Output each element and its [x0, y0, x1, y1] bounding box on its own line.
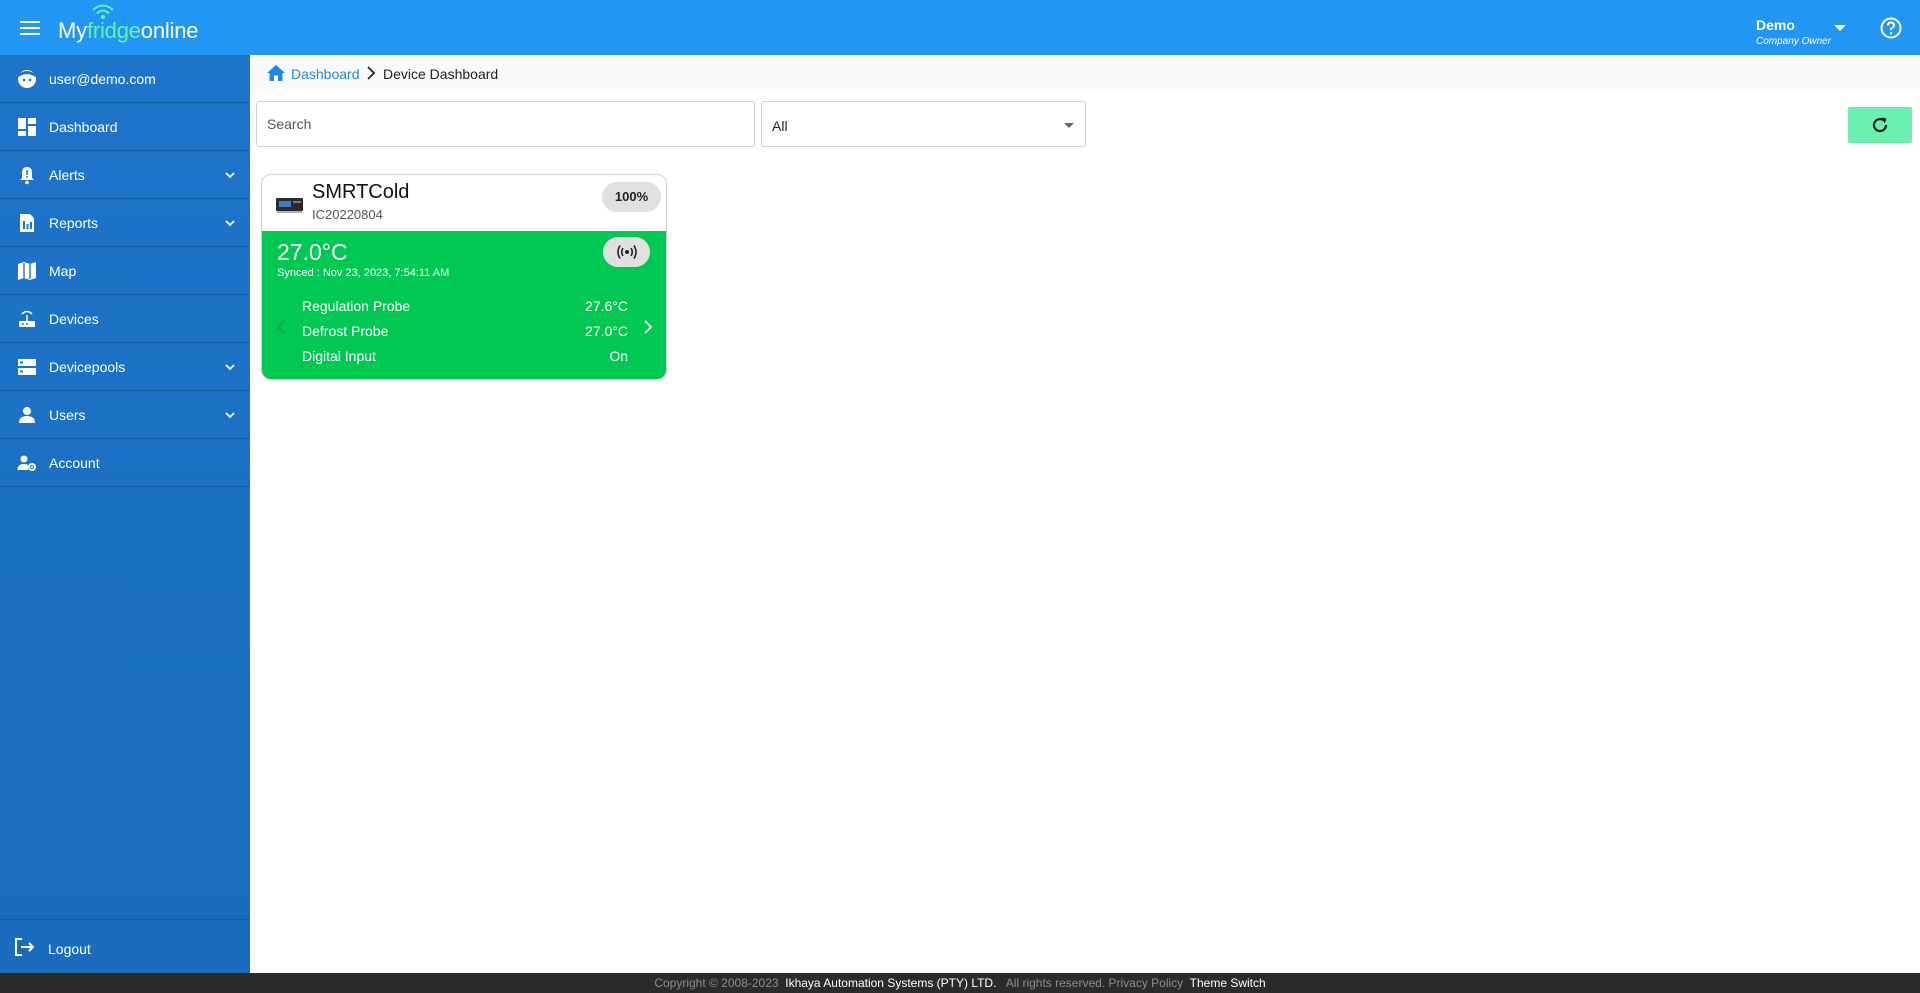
breadcrumb-link-dashboard[interactable]: Dashboard [291, 66, 360, 82]
sidebar-item-reports[interactable]: Reports [0, 199, 250, 247]
main-temperature: 27.0°C [277, 239, 348, 265]
sidebar-item-label: Users [49, 407, 86, 423]
breadcrumb-current: Device Dashboard [383, 66, 499, 82]
chevron-left-icon[interactable] [275, 320, 287, 334]
dashboard-icon [18, 118, 36, 136]
map-icon [18, 262, 36, 280]
top-app-bar: Myfridgeonline Demo Company Owner [0, 0, 1920, 55]
sidebar-item-account[interactable]: Account [0, 439, 250, 487]
reading-label: Defrost Probe [302, 323, 389, 339]
chevron-down-icon[interactable] [224, 217, 236, 229]
reading-value: 27.0°C [585, 323, 628, 339]
person-icon [19, 407, 35, 423]
sidebar-item-alerts[interactable]: Alerts [0, 151, 250, 199]
sidebar-account-email[interactable]: user@demo.com [0, 55, 250, 103]
signal-button[interactable] [603, 237, 650, 267]
search-input[interactable] [256, 101, 755, 147]
signal-broadcast-icon [617, 245, 637, 259]
user-role: Company Owner [1756, 36, 1832, 47]
refresh-button[interactable] [1848, 107, 1912, 143]
device-filter-select[interactable]: All [761, 101, 1086, 147]
sidebar: user@demo.com Dashboard Alerts Reports M… [0, 55, 250, 973]
logo-suffix: online [140, 18, 199, 43]
synced-timestamp: Synced : Nov 23, 2023, 7:54:11 AM [277, 267, 450, 279]
logout-icon [15, 938, 35, 956]
footer: Copyright © 2008-2023 Ikhaya Automation … [0, 973, 1920, 993]
breadcrumb: Dashboard Device Dashboard [250, 55, 1920, 91]
bell-alert-icon [20, 167, 34, 185]
footer-rights: All rights reserved. [1005, 976, 1106, 990]
router-icon [19, 310, 35, 327]
battery-badge: 100% [602, 182, 661, 212]
footer-company: Ikhaya Automation Systems (PTY) LTD. [785, 976, 997, 990]
home-icon[interactable] [266, 64, 286, 82]
account-email: user@demo.com [49, 71, 156, 87]
device-card-body: 27.0°C Synced : Nov 23, 2023, 7:54:11 AM… [262, 231, 666, 379]
chevron-right-icon[interactable] [642, 320, 654, 334]
device-thumbnail-icon [276, 198, 303, 213]
sidebar-item-devicepools[interactable]: Devicepools [0, 343, 250, 391]
reading-label: Regulation Probe [302, 298, 411, 314]
reading-value: 27.6°C [585, 298, 628, 314]
sidebar-item-users[interactable]: Users [0, 391, 250, 439]
chevron-down-icon[interactable] [224, 409, 236, 421]
face-icon [18, 70, 36, 88]
sidebar-item-label: Map [49, 263, 77, 279]
reading-value: On [609, 348, 628, 364]
caret-down-icon [1064, 123, 1074, 128]
user-menu-caret-icon[interactable] [1834, 25, 1846, 31]
menu-icon[interactable] [18, 18, 42, 38]
sidebar-item-label: Reports [49, 215, 99, 231]
footer-copyright: Copyright © 2008-2023 [654, 976, 779, 990]
logout-label: Logout [48, 941, 91, 957]
reading-label: Digital Input [302, 348, 376, 364]
app-logo: Myfridgeonline [58, 4, 199, 44]
device-card[interactable]: SMRTCold IC20220804 100% 27.0°C Synced :… [261, 174, 667, 380]
storage-icon [18, 359, 36, 375]
sidebar-item-label: Dashboard [49, 119, 118, 135]
sidebar-item-map[interactable]: Map [0, 247, 250, 295]
select-value: All [772, 118, 788, 134]
sidebar-item-label: Alerts [49, 167, 85, 183]
chevron-right-icon [367, 66, 376, 80]
wifi-icon [92, 4, 114, 19]
device-name: SMRTCold [312, 181, 410, 203]
user-menu[interactable]: Demo Company Owner [1756, 17, 1831, 47]
logo-highlight: fridge [86, 18, 141, 43]
logo-prefix: My [58, 18, 87, 43]
sidebar-item-devices[interactable]: Devices [0, 295, 250, 343]
sidebar-item-dashboard[interactable]: Dashboard [0, 103, 250, 151]
report-icon [20, 214, 34, 232]
device-card-header: SMRTCold IC20220804 100% [262, 175, 666, 231]
chevron-down-icon[interactable] [224, 361, 236, 373]
chevron-down-icon[interactable] [224, 169, 236, 181]
user-name: Demo [1756, 17, 1795, 33]
help-icon[interactable] [1880, 17, 1902, 39]
sidebar-item-label: Devices [49, 311, 99, 327]
theme-switch-link[interactable]: Theme Switch [1190, 976, 1266, 990]
device-id: IC20220804 [312, 207, 383, 222]
manage-account-icon [17, 455, 36, 471]
logout-button[interactable]: Logout [0, 919, 250, 973]
sidebar-item-label: Devicepools [49, 359, 126, 375]
sidebar-item-label: Account [49, 455, 100, 471]
privacy-policy-link[interactable]: Privacy Policy [1109, 976, 1184, 990]
refresh-icon [1872, 117, 1888, 133]
